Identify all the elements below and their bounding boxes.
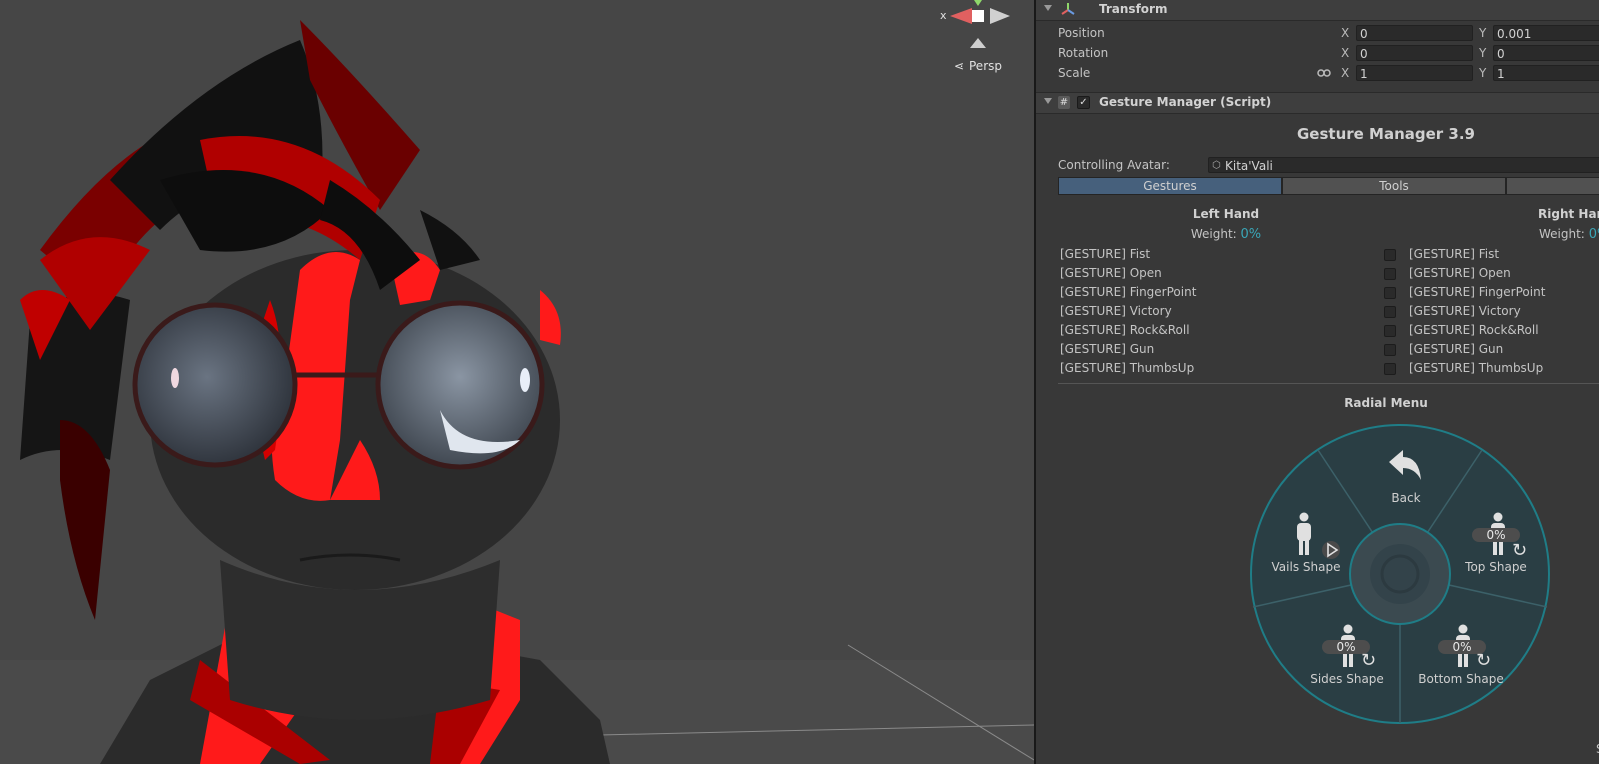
position-label: Position [1058,26,1105,40]
scale-y-axis[interactable]: Y [1479,66,1486,80]
gesture-checkbox[interactable] [1384,287,1396,299]
right-hand-title: Right Hand [1538,207,1599,221]
left-hand-weight-label: Weight: [1190,227,1237,241]
radial-top-shape-label[interactable]: Top Shape [1456,560,1536,574]
right-gesture-item[interactable]: [GESTURE] ThumbsUp [1409,361,1543,375]
right-gesture-item[interactable]: [GESTURE] Open [1409,266,1511,280]
controlling-avatar-label: Controlling Avatar: [1058,158,1170,172]
left-gesture-item[interactable]: [GESTURE] Victory [1060,304,1172,318]
gesture-checkbox[interactable] [1384,344,1396,356]
right-gesture-item[interactable]: [GESTURE] Victory [1409,304,1521,318]
position-x-axis[interactable]: X [1341,26,1349,40]
foldout-arrow-icon[interactable] [1044,5,1052,11]
left-gesture-item[interactable]: [GESTURE] ThumbsUp [1060,361,1194,375]
gesture-checkbox[interactable] [1384,249,1396,261]
right-hand-weight-value: 0% [1588,227,1599,242]
left-gesture-item[interactable]: [GESTURE] Rock&Roll [1060,323,1190,337]
radial-back-label[interactable]: Back [1376,491,1436,505]
foldout-arrow-icon[interactable] [1044,98,1052,104]
play-icon[interactable] [1321,540,1341,560]
gesture-manager-title: Gesture Manager (Script) [1099,95,1272,109]
avatar-object-icon: ⬡ [1212,160,1221,171]
right-gesture-item[interactable]: [GESTURE] Rock&Roll [1409,323,1539,337]
transform-title: Transform [1099,2,1168,16]
gesture-checkbox[interactable] [1384,268,1396,280]
reset-icon[interactable]: ↻ [1512,540,1527,561]
transform-icon [1061,3,1075,15]
gesture-checkbox[interactable] [1384,306,1396,318]
gesture-manager-header[interactable]: # ✓ Gesture Manager (Script) [1036,92,1599,114]
constrain-proportions-link-icon[interactable] [1317,68,1331,78]
tab-third[interactable] [1506,177,1599,195]
scale-y-field[interactable]: 1 [1493,65,1599,81]
reset-icon[interactable]: ↻ [1476,650,1491,671]
right-gesture-item[interactable]: [GESTURE] FingerPoint [1409,285,1545,299]
gesture-manager-heading: Gesture Manager 3.9 [1296,125,1475,143]
position-y-field[interactable]: 0.001 [1493,25,1599,41]
left-gesture-item[interactable]: [GESTURE] FingerPoint [1060,285,1196,299]
scale-label: Scale [1058,66,1091,80]
left-gesture-item[interactable]: [GESTURE] Fist [1060,247,1150,261]
radial-menu-title: Radial Menu [1344,396,1428,410]
left-hand-weight-value: 0% [1240,227,1262,242]
scale-x-axis[interactable]: X [1341,66,1349,80]
script-icon: # [1058,96,1070,109]
vails-shape-person-icon [1297,512,1311,555]
left-hand-weight: Weight: 0% [1136,227,1316,242]
right-hand-weight-label: Weight: [1539,227,1585,241]
scene-view[interactable]: x ⋖ Persp [0,0,1034,764]
left-gesture-item[interactable]: [GESTURE] Open [1060,266,1162,280]
scene-render [0,0,1034,764]
left-hand-title: Left Hand [1192,207,1260,221]
gesture-checkbox[interactable] [1384,363,1396,375]
controlling-avatar-value: Kita'Vali [1225,159,1273,173]
rotation-x-axis[interactable]: X [1341,46,1349,60]
reset-icon[interactable]: ↻ [1361,650,1376,671]
right-gesture-item[interactable]: [GESTURE] Fist [1409,247,1499,261]
position-y-axis[interactable]: Y [1479,26,1486,40]
scale-x-field[interactable]: 1 [1356,65,1473,81]
radial-sides-shape-label[interactable]: Sides Shape [1302,672,1392,686]
rotation-y-field[interactable]: 0 [1493,45,1599,61]
persp-glyph: ⋖ [954,59,965,73]
back-arrow-icon[interactable] [1385,446,1425,486]
left-gesture-item[interactable]: [GESTURE] Gun [1060,342,1154,356]
divider [1058,383,1599,384]
tab-tools[interactable]: Tools [1282,177,1506,195]
rotation-x-field[interactable]: 0 [1356,45,1473,61]
persp-toggle[interactable]: Persp [969,59,1002,73]
rotation-label: Rotation [1058,46,1109,60]
component-enabled-checkbox[interactable]: ✓ [1077,96,1090,109]
radial-bottom-shape-label[interactable]: Bottom Shape [1406,672,1516,686]
tab-gestures[interactable]: Gestures [1058,177,1282,195]
radial-vails-shape-label[interactable]: Vails Shape [1266,560,1346,574]
right-hand-weight: Weight: 0% [1539,227,1599,242]
right-gesture-item[interactable]: [GESTURE] Gun [1409,342,1503,356]
gizmo-axis-x-label[interactable]: x [940,9,947,22]
controlling-avatar-field[interactable]: ⬡ Kita'Vali [1208,157,1599,173]
inspector-panel: Transform Position X 0 Y 0.001 Rotation … [1034,0,1599,764]
gesture-checkbox[interactable] [1384,325,1396,337]
position-x-field[interactable]: 0 [1356,25,1473,41]
transform-header[interactable]: Transform [1036,0,1599,21]
rotation-y-axis[interactable]: Y [1479,46,1486,60]
